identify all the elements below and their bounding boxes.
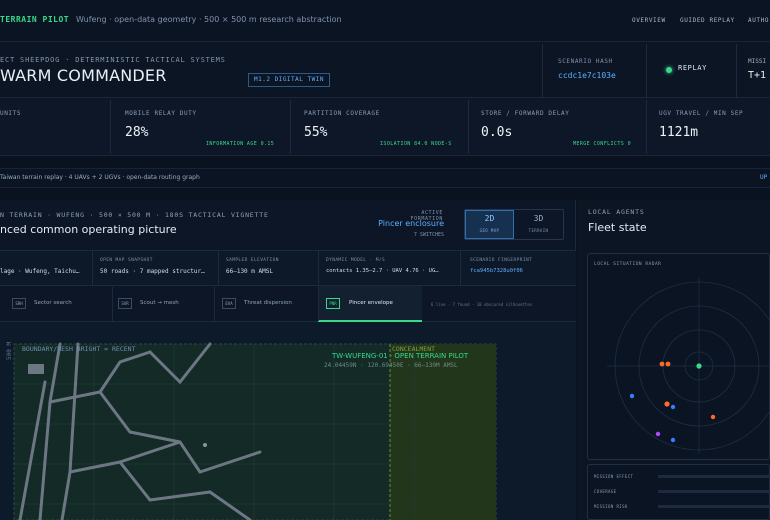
header-divider (736, 44, 737, 98)
mode-chip-svr: SVR (118, 298, 132, 309)
info-map-label: OPEN MAP SNAPSHOT (100, 258, 153, 263)
info-map-value: 50 roads · 7 mapped structur… (100, 268, 205, 275)
info-divider (218, 251, 219, 285)
mode-label-svr: Scout → mesh (140, 300, 179, 306)
pilot-label: TW-WUFENG-01 · OPEN TERRAIN PILOT (332, 352, 469, 360)
info-divider (318, 251, 319, 285)
threat-contact-marker (659, 361, 665, 367)
project-eyebrow: ECT SHEEPDOG · DETERMINISTIC TACTICAL SY… (0, 56, 226, 64)
friendly-uav-marker (629, 393, 635, 399)
metric-divider (290, 100, 291, 154)
metric-partition-value: 55% (304, 125, 328, 140)
metric-delay-value: 0.0s (481, 125, 513, 140)
metric-partition-label: PARTITION COVERAGE (304, 110, 380, 117)
concealment-zone (390, 344, 496, 520)
brand-subtitle: Wufeng · open-data geometry · 500 × 500 … (76, 15, 342, 24)
metric-divider (468, 100, 469, 154)
threat-contact-marker (664, 401, 670, 407)
self-agent-marker (696, 363, 702, 369)
brand-name: TERRAIN PILOT (0, 15, 70, 24)
formation-switch-count: 7 SWITCHES (413, 232, 444, 238)
metric-delay-sub: MERGE CONFLICTS 0 (573, 141, 631, 147)
stat-coverage-label: COVERAGE (594, 489, 617, 494)
replay-status-dot-icon (666, 67, 672, 73)
mode-chip-pnr: PNR (326, 298, 340, 309)
mode-meta-text: 6 live · 7 found · 10 obscured silhouett… (431, 302, 533, 307)
metric-units-label: UNITS (0, 110, 22, 117)
friendly-uav-marker (670, 437, 676, 443)
info-elevation-label: SAMPLED ELEVATION (226, 258, 279, 263)
mission-time-value: T+1 (748, 70, 767, 81)
active-formation-value: Pincer enclosure (378, 219, 444, 228)
friendly-uav-marker (670, 404, 676, 410)
threat-contact-marker (710, 414, 716, 420)
mode-chip-srh: SRH (12, 298, 26, 309)
scenario-banner-text: Taiwan terrain replay · 4 UAVs + 2 UGVs … (0, 174, 200, 181)
info-location-value: lage · Wufeng, Taichu… (0, 268, 80, 275)
nav-guided-replay[interactable]: GUIDED REPLAY (680, 17, 735, 24)
metric-ugv-value: 1121m (659, 125, 699, 140)
header-divider (542, 44, 543, 98)
view-2d-sublabel: GEO MAP (479, 228, 500, 233)
mode-label-eva: Threat dispersion (244, 300, 292, 306)
info-fingerprint-value: fca945b7328u0f06 (470, 268, 523, 274)
nav-author[interactable]: AUTHO (748, 17, 769, 24)
info-dynamics-value: contacts 1.35–2.7 · UAV 4.76 · UG… (326, 268, 439, 274)
agents-eyebrow: LOCAL AGENTS (588, 208, 645, 216)
stat-coverage-bar (658, 490, 770, 493)
threat-contact-marker (665, 361, 671, 367)
scene-eyebrow: N TERRAIN · WUFENG · 500 × 500 M · 180S … (0, 211, 269, 219)
metric-ugv-label: UGV TRAVEL / MIN SEP (659, 110, 744, 117)
info-dynamics-label: DYNAMIC MODEL · M/S (326, 258, 386, 263)
mode-label-srh: Sector search (34, 300, 72, 306)
digital-twin-badge: M1.2 DIGITAL TWIN (248, 73, 330, 87)
view-2d-label: 2D (484, 214, 495, 223)
mission-time-label: MISSI (748, 58, 767, 65)
map-coordinates: 24.04459N · 120.69450E · 66–130M AMSL (324, 362, 458, 369)
agents-title: Fleet state (588, 221, 647, 234)
metric-divider (110, 100, 111, 154)
info-divider (92, 251, 93, 285)
metric-relay-sub: INFORMATION AGE 0.15 (206, 141, 275, 147)
map-y-axis-label: 500 M (6, 341, 13, 360)
stat-mission-risk-label: MISSION RISK (594, 504, 628, 509)
mapped-structure (28, 364, 44, 374)
nav-overview[interactable]: OVERVIEW (632, 17, 666, 24)
mode-label-pnr: Pincer envelope (349, 300, 393, 306)
banner-link[interactable]: UP (760, 174, 767, 181)
map-node (203, 443, 207, 447)
view-3d-sublabel: TERRAIN (528, 228, 549, 233)
info-fingerprint-label: SCENARIO FINGERPRINT (470, 258, 533, 263)
scene-title: nced common operating picture (0, 223, 177, 236)
map-legend: BOUNDARY/MESH BRIGHT = RECENT (22, 345, 136, 353)
metric-relay-value: 28% (125, 125, 149, 140)
local-situation-radar[interactable] (587, 270, 770, 460)
info-divider (460, 251, 461, 285)
ugv-marker (655, 431, 661, 437)
mode-chip-eva: EVA (222, 298, 236, 309)
metric-delay-label: STORE / FORWARD DELAY (481, 110, 570, 117)
stat-mission-effect-label: MISSION EFFECT (594, 474, 634, 479)
header-divider (646, 44, 647, 98)
metric-divider (646, 100, 647, 154)
metrics-strip (0, 98, 770, 156)
info-elevation-value: 66–130 m AMSL (226, 268, 273, 275)
scenario-hash-label: SCENARIO HASH (558, 58, 613, 65)
metric-relay-label: MOBILE RELAY DUTY (125, 110, 197, 117)
view-3d-label: 3D (533, 214, 544, 223)
metric-partition-sub: ISOLATION 84.0 NODE-S (380, 141, 452, 147)
stat-mission-effect-bar (658, 475, 770, 478)
page-title: WARM COMMANDER (0, 66, 167, 85)
replay-button[interactable]: REPLAY (678, 64, 707, 72)
radar-label: LOCAL SITUATION RADAR (594, 262, 662, 267)
scenario-hash-value: ccdc1e7c103e (558, 71, 616, 80)
stat-mission-risk-bar (658, 505, 770, 508)
